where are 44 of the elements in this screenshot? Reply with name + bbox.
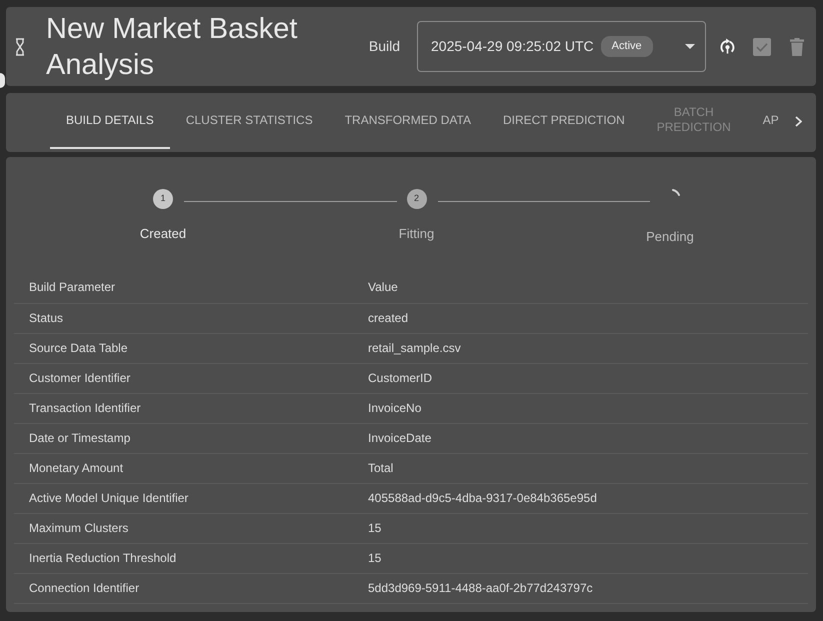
page-title: New Market Basket Analysis <box>46 12 298 82</box>
selected-build-text: 2025-04-29 09:25:02 UTC <box>431 37 594 56</box>
step-number: 1 <box>153 189 173 209</box>
table-cell: Active Model Unique Identifier <box>14 483 353 513</box>
table-cell: InvoiceNo <box>353 393 808 423</box>
table-cell: retail_sample.csv <box>353 333 808 363</box>
step-label: Fitting <box>398 225 434 243</box>
table-cell: 5dd3d969-5911-4488-aa0f-2b77d243797c <box>353 573 808 603</box>
trash-icon <box>790 38 804 56</box>
spinner-icon <box>672 189 680 196</box>
column-header: Build Parameter <box>14 272 353 303</box>
step-label: Pending <box>646 228 694 246</box>
step-number: 2 <box>406 189 426 209</box>
table-cell: Connection Identifier <box>14 573 353 603</box>
tab[interactable]: CLUSTER STATISTICS <box>170 93 329 149</box>
tab[interactable]: BUILD DETAILS <box>50 93 170 149</box>
table-cell: 15 <box>353 543 808 573</box>
table-cell: CustomerID <box>353 363 808 393</box>
build-select[interactable]: 2025-04-29 09:25:02 UTC Active <box>417 21 706 72</box>
table-cell: 405588ad-d9c5-4dba-9317-0e84b365e95d <box>353 483 808 513</box>
table-cell: Source Data Table <box>14 333 353 363</box>
table-cell: 15 <box>353 513 808 543</box>
status-badge: Active <box>600 36 653 57</box>
table-cell: Customer Identifier <box>14 363 353 393</box>
chevron-right-icon <box>794 116 802 126</box>
table-cell: Transaction Identifier <box>14 393 353 423</box>
table-cell: Inertia Reduction Threshold <box>14 543 353 573</box>
table-cell: created <box>353 303 808 333</box>
column-header: Value <box>353 272 808 303</box>
tab[interactable]: DIRECT PREDICTION <box>486 93 641 149</box>
table-cell: Monetary Amount <box>14 453 353 483</box>
table-cell: Status <box>14 303 353 333</box>
step-label: Created <box>140 225 186 243</box>
table-cell: Date or Timestamp <box>14 423 353 453</box>
build-label: Build <box>368 37 400 56</box>
caret-icon <box>685 44 695 49</box>
table-cell: Total <box>353 453 808 483</box>
table-cell: InvoiceDate <box>353 423 808 453</box>
hourglass-icon <box>15 38 25 56</box>
sync-icon <box>718 38 736 55</box>
tab[interactable]: AP <box>746 93 779 149</box>
tab[interactable]: TRANSFORMED DATA <box>328 93 487 149</box>
table-cell: Maximum Clusters <box>14 513 353 543</box>
checkbox-icon <box>753 38 771 56</box>
